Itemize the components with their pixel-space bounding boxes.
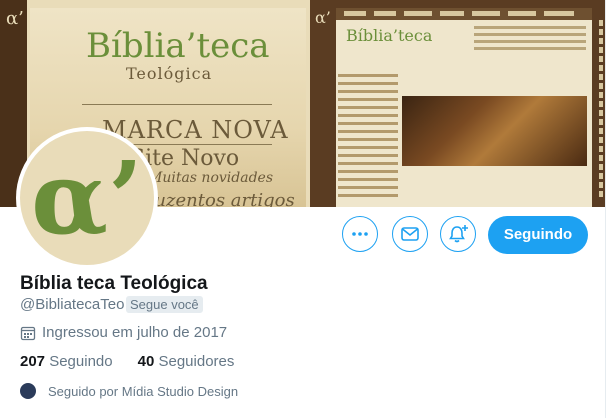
banner-logo-subtitle: Teológica — [126, 64, 213, 83]
follow-stats: 207 Seguindo 40 Seguidores — [20, 353, 234, 370]
avatar[interactable]: α’ — [16, 127, 158, 269]
joined-date-text: Ingressou em julho de 2017 — [42, 324, 228, 341]
followed-by-text: Seguido por Mídia Studio Design — [48, 384, 239, 399]
follows-you-badge: Segue você — [126, 296, 203, 313]
banner-site-preview: Bíblia’teca — [336, 8, 592, 207]
banner-site-vertical-text — [597, 20, 605, 200]
notifications-button[interactable] — [440, 216, 476, 252]
following-count: 207 — [20, 353, 46, 370]
following-button[interactable]: Seguindo — [488, 216, 588, 254]
bell-plus-icon — [449, 225, 468, 243]
banner-alpha-glyph: α’ — [6, 8, 24, 29]
more-icon — [352, 232, 368, 236]
banner-site-sidebar — [338, 74, 398, 204]
followers-link[interactable]: 40 Seguidores — [138, 353, 235, 370]
avatar-logo-glyph: α’ — [31, 139, 143, 257]
banner-divider — [82, 104, 272, 105]
banner-site-image — [402, 96, 587, 166]
banner-tagline-2: Duzentos artigos — [140, 190, 295, 207]
followers-label: Seguidores — [158, 353, 235, 370]
follower-avatar — [20, 383, 36, 399]
banner-tagline: Muitas novidades — [148, 170, 274, 186]
following-label: Seguindo — [49, 353, 113, 370]
following-link[interactable]: 207 Seguindo — [20, 353, 113, 370]
banner-logo-text: Bíblia’teca — [86, 26, 270, 66]
avatar-image: α’ — [20, 131, 154, 265]
calendar-icon — [20, 326, 36, 341]
profile-name: Bíblia teca Teológica — [20, 273, 208, 294]
message-button[interactable] — [392, 216, 428, 252]
profile-handle: @BibliatecaTeo — [20, 296, 125, 313]
banner-site-quote — [474, 26, 586, 60]
followers-count: 40 — [137, 353, 155, 370]
banner-site-nav — [336, 8, 592, 20]
banner-right-panel: α’ Bíblia’teca — [310, 0, 605, 207]
banner-site-logo: Bíblia’teca — [346, 26, 433, 45]
banner-alpha-glyph-right: α’ — [315, 8, 331, 27]
envelope-icon — [401, 227, 419, 241]
more-button[interactable] — [342, 216, 378, 252]
